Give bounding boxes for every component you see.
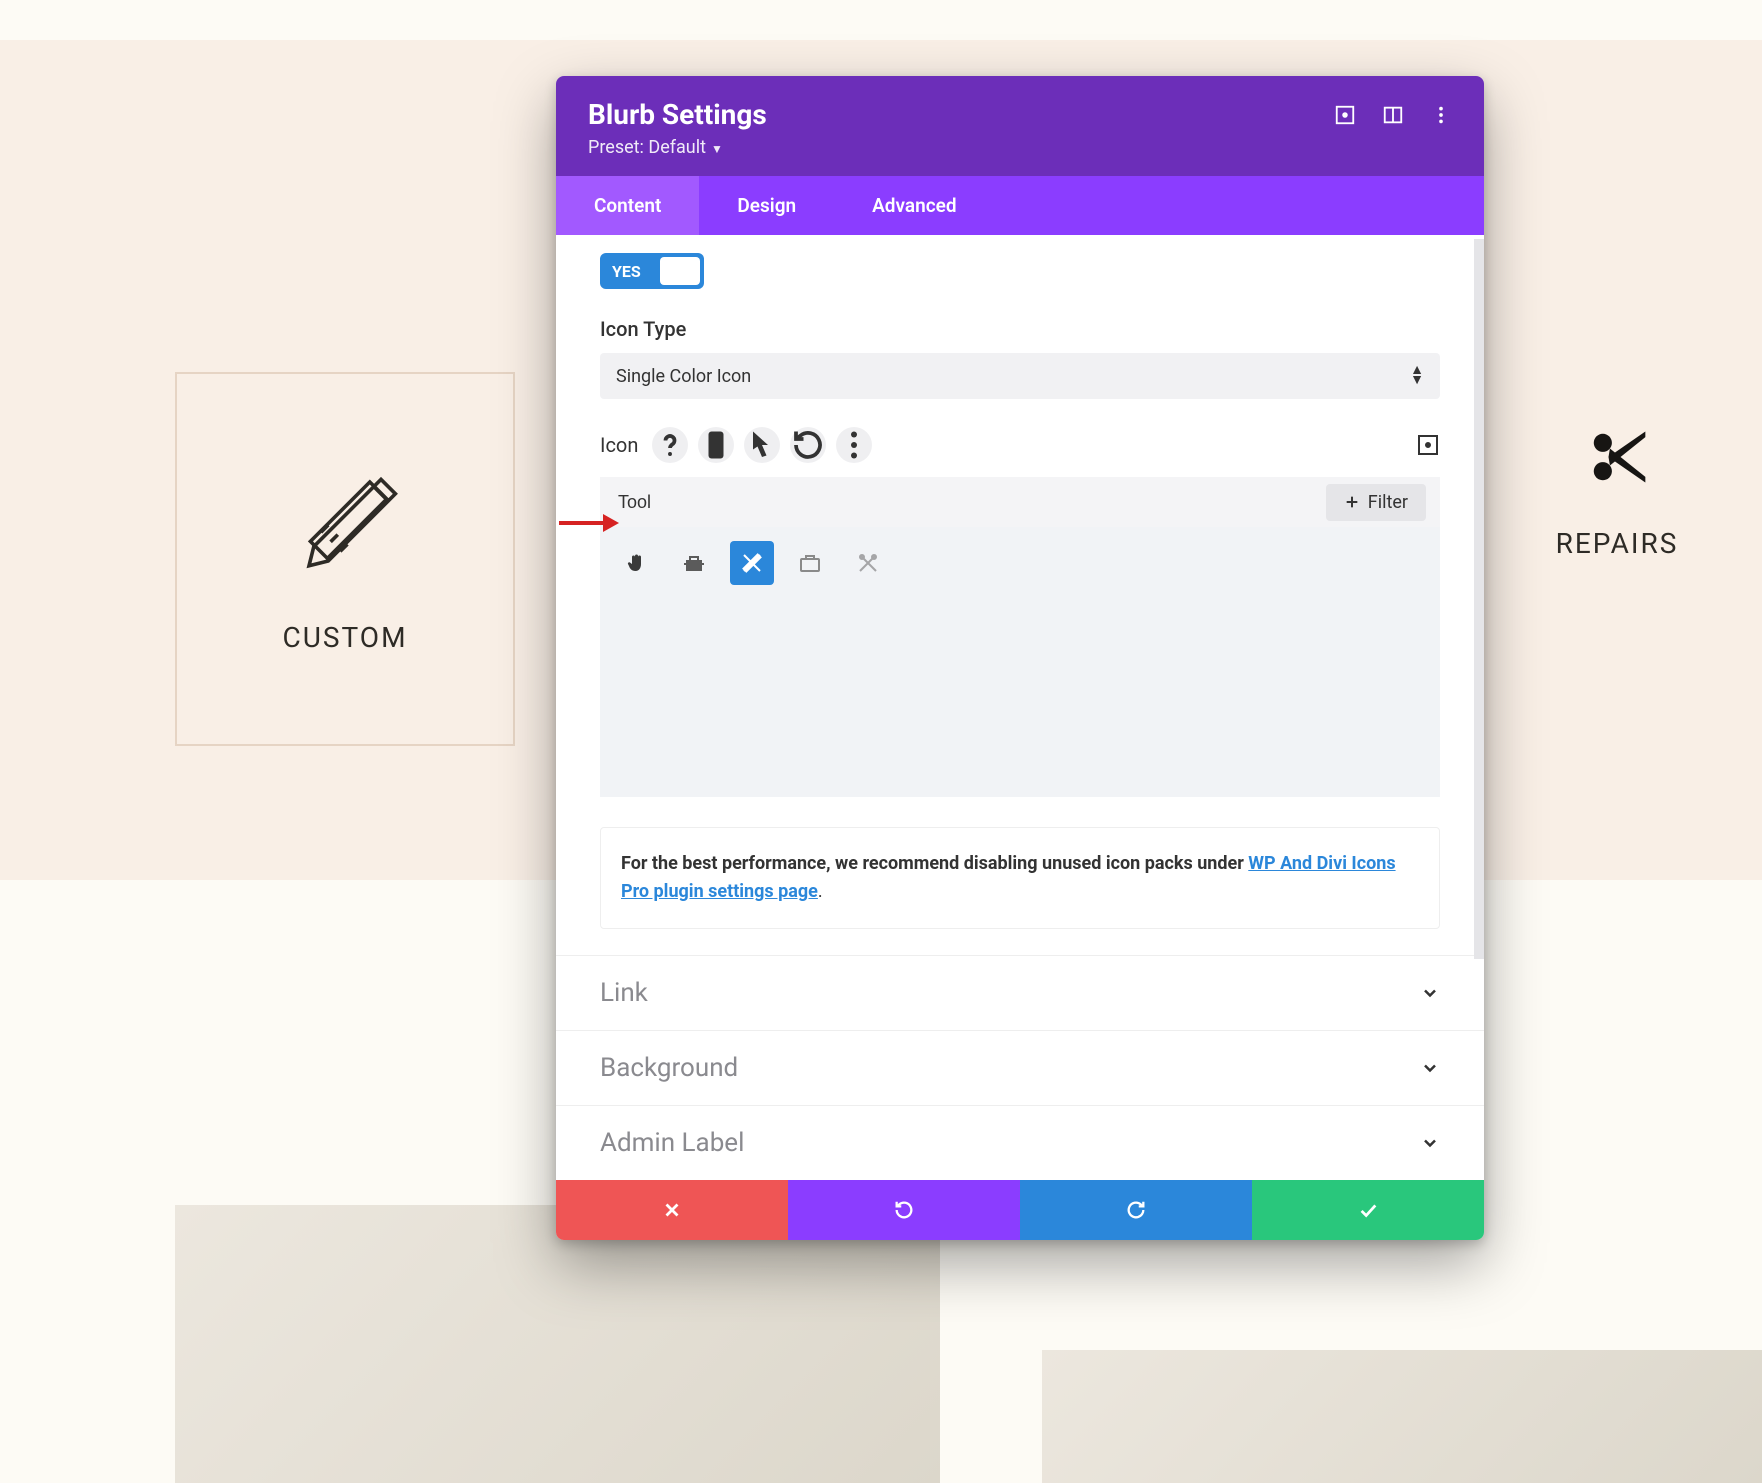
accordion-admin-label[interactable]: Admin Label <box>556 1105 1484 1180</box>
blurb-settings-modal: Blurb Settings Preset: Default ▼ Content… <box>556 76 1484 1240</box>
reset-icon[interactable] <box>790 427 826 463</box>
blurb-card-custom: CUSTOM <box>175 372 515 746</box>
accordion-title: Admin Label <box>600 1128 744 1158</box>
filter-button-label: Filter <box>1368 492 1408 513</box>
icon-type-value: Single Color Icon <box>616 366 751 387</box>
modal-body: YES Icon Type Single Color Icon ▲▼ Icon <box>556 235 1484 1180</box>
content-image-right <box>1042 1350 1762 1483</box>
caret-down-icon: ▼ <box>708 142 723 156</box>
toggle-knob <box>660 257 700 285</box>
scissors-icon <box>1583 423 1651 491</box>
modal-title: Blurb Settings <box>588 98 767 131</box>
blurb-card-label: CUSTOM <box>282 621 407 654</box>
redo-button[interactable] <box>1020 1180 1252 1240</box>
chevron-down-icon <box>1420 983 1440 1003</box>
scrollbar[interactable] <box>1474 239 1484 959</box>
icon-option-tools[interactable] <box>846 541 890 585</box>
help-icon[interactable] <box>652 427 688 463</box>
tab-content[interactable]: Content <box>556 176 699 235</box>
annotation-arrow <box>559 516 621 530</box>
save-button[interactable] <box>1252 1180 1484 1240</box>
maximize-icon[interactable] <box>1416 433 1440 457</box>
tab-advanced[interactable]: Advanced <box>834 176 994 235</box>
notice-suffix: . <box>818 881 823 902</box>
blurb-card-label: REPAIRS <box>1556 527 1679 560</box>
performance-notice: For the best performance, we recommend d… <box>600 827 1440 929</box>
tab-design[interactable]: Design <box>699 176 834 235</box>
icon-type-label: Icon Type <box>600 317 1440 341</box>
icon-field-label: Icon <box>600 433 638 457</box>
ruler-pencil-icon <box>285 465 405 585</box>
icon-option-toolbox[interactable] <box>672 541 716 585</box>
modal-header: Blurb Settings Preset: Default ▼ <box>556 76 1484 176</box>
chevron-down-icon <box>1420 1133 1440 1153</box>
filter-button[interactable]: Filter <box>1326 484 1426 521</box>
icon-option-briefcase[interactable] <box>788 541 832 585</box>
hover-icon[interactable] <box>744 427 780 463</box>
more-options-icon[interactable] <box>836 427 872 463</box>
icon-search-input[interactable] <box>614 486 1326 519</box>
notice-text: For the best performance, we recommend d… <box>621 853 1248 874</box>
expand-icon[interactable] <box>1334 104 1356 126</box>
modal-footer <box>556 1180 1484 1240</box>
toggle-value: YES <box>604 262 649 281</box>
icon-option-ruler-pencil[interactable] <box>730 541 774 585</box>
icon-results-grid <box>600 527 1440 797</box>
icon-option-hand[interactable] <box>614 541 658 585</box>
settings-tabs: Content Design Advanced <box>556 176 1484 235</box>
undo-button[interactable] <box>788 1180 1020 1240</box>
chevron-down-icon <box>1420 1058 1440 1078</box>
blurb-card-repairs: REPAIRS <box>1512 423 1722 560</box>
split-view-icon[interactable] <box>1382 104 1404 126</box>
icon-search-bar: Filter <box>600 477 1440 527</box>
use-icon-toggle[interactable]: YES <box>600 253 704 289</box>
more-icon[interactable] <box>1430 104 1452 126</box>
accordion-title: Background <box>600 1053 738 1083</box>
accordion-link[interactable]: Link <box>556 955 1484 1030</box>
preset-dropdown[interactable]: Preset: Default ▼ <box>588 137 767 158</box>
icon-type-select[interactable]: Single Color Icon ▲▼ <box>600 353 1440 399</box>
select-caret-icon: ▲▼ <box>1410 366 1424 386</box>
accordion-title: Link <box>600 978 648 1008</box>
mobile-icon[interactable] <box>698 427 734 463</box>
accordion-background[interactable]: Background <box>556 1030 1484 1105</box>
cancel-button[interactable] <box>556 1180 788 1240</box>
content-image-left <box>175 1205 940 1483</box>
